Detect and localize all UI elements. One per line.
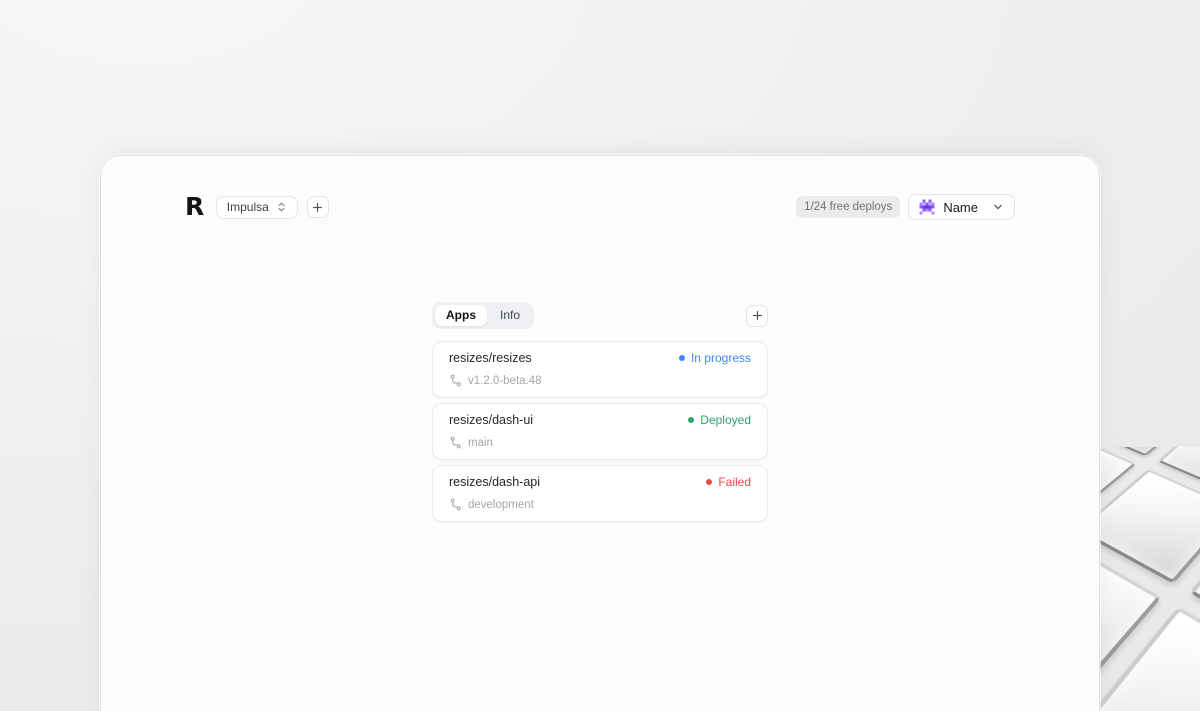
status-badge: In progress	[679, 351, 751, 365]
git-branch-icon	[449, 498, 462, 511]
header: R Impulsa 1/24 free deploys	[101, 194, 1099, 220]
status-label: Deployed	[700, 413, 751, 427]
workspace-selector-label: Impulsa	[227, 200, 269, 214]
workspace-selector[interactable]: Impulsa	[216, 196, 298, 219]
app-name: resizes/dash-ui	[449, 413, 533, 427]
git-branch-icon	[449, 436, 462, 449]
app-list: resizes/resizes In progress v1.2.0-beta.…	[432, 341, 768, 522]
free-deploys-badge: 1/24 free deploys	[796, 196, 900, 218]
app-name: resizes/resizes	[449, 351, 532, 365]
content-column: Apps Info resizes/resizes In progress	[432, 302, 768, 522]
app-card[interactable]: resizes/dash-api Failed development	[432, 465, 768, 522]
glass-cubes-image	[1100, 447, 1200, 711]
tab-apps[interactable]: Apps	[435, 305, 487, 326]
add-app-button[interactable]	[746, 305, 768, 327]
resizes-logo: R	[185, 195, 203, 219]
toolbar: Apps Info	[432, 302, 768, 329]
branch-label: v1.2.0-beta.48	[468, 375, 542, 387]
app-window: R Impulsa 1/24 free deploys	[100, 155, 1100, 711]
status-dot	[688, 417, 694, 423]
app-card[interactable]: resizes/resizes In progress v1.2.0-beta.…	[432, 341, 768, 398]
chevron-down-icon	[992, 201, 1004, 213]
plus-icon	[752, 310, 763, 321]
app-card[interactable]: resizes/dash-ui Deployed main	[432, 403, 768, 460]
plus-icon	[312, 202, 323, 213]
status-badge: Failed	[706, 475, 751, 489]
tab-info[interactable]: Info	[489, 305, 531, 326]
add-workspace-button[interactable]	[307, 196, 329, 218]
status-dot	[679, 355, 685, 361]
status-badge: Deployed	[688, 413, 751, 427]
account-menu-button[interactable]: Name	[908, 194, 1015, 220]
git-branch-icon	[449, 374, 462, 387]
branch-label: development	[468, 499, 534, 511]
app-name: resizes/dash-api	[449, 475, 540, 489]
status-label: In progress	[691, 351, 751, 365]
account-name: Name	[943, 200, 978, 215]
branch-label: main	[468, 437, 493, 449]
header-right: 1/24 free deploys	[796, 194, 1015, 220]
status-label: Failed	[718, 475, 751, 489]
header-left: R Impulsa	[185, 195, 329, 219]
tabs: Apps Info	[432, 302, 534, 329]
glass-cubes-grid	[1100, 447, 1200, 711]
chevron-up-down-icon	[276, 201, 287, 213]
status-dot	[706, 479, 712, 485]
pixel-avatar-icon	[919, 199, 935, 215]
